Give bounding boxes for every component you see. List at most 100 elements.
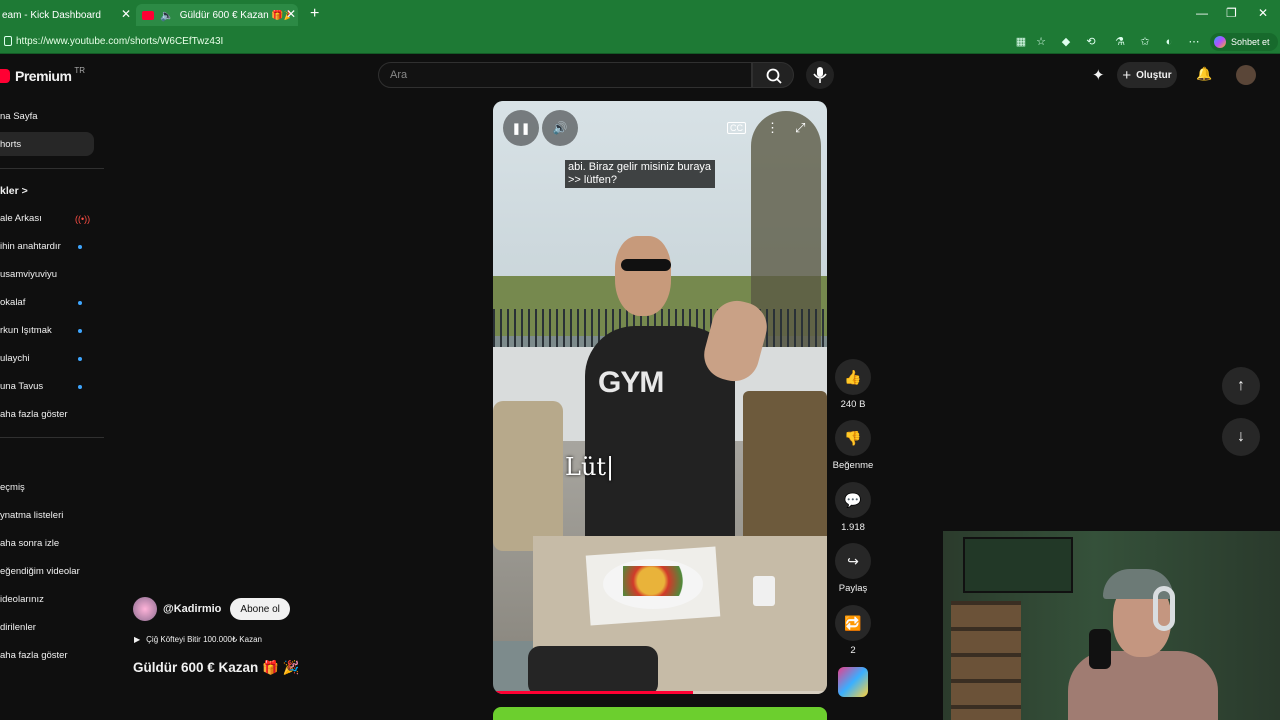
profile-icon[interactable]: ◐ (1162, 35, 1176, 49)
webcam-frame (963, 537, 1073, 593)
captions-button[interactable]: CC (727, 122, 746, 134)
speaker-icon[interactable]: 🔈 (160, 9, 174, 22)
tab-title: Güldür 600 € Kazan 🎁🎉 - Y (179, 9, 290, 21)
video-frame (753, 576, 775, 606)
cast-icon[interactable]: ✦ (1092, 66, 1105, 84)
tab-kick-dashboard[interactable]: eam - Kick Dashboard ✕ (0, 4, 132, 26)
sidebar-item-history[interactable]: eçmiş (0, 482, 25, 493)
arrow-down-icon: ↓ (1237, 428, 1245, 445)
notifications-bell-icon[interactable]: 🔔 (1196, 66, 1212, 82)
caption-line: >> lütfen? (568, 174, 617, 186)
sidebar-item-channel[interactable]: rkun Işıtmak (0, 325, 52, 336)
sidebar-show-more[interactable]: aha fazla göster (0, 409, 68, 420)
close-icon[interactable]: ✕ (121, 7, 131, 21)
sidebar-show-more[interactable]: aha fazla göster (0, 650, 68, 661)
comment-icon: 💬 (844, 491, 862, 508)
more-menu-icon[interactable]: ⋯ (1187, 35, 1201, 49)
more-options-icon[interactable]: ⋮ (766, 120, 779, 136)
sidebar-item-subscriptions[interactable]: kler > (0, 185, 28, 197)
like-button[interactable]: 👍 (835, 359, 871, 395)
dislike-action[interactable]: 👎 Beğenme (833, 420, 873, 471)
tab-youtube-shorts[interactable]: 🔈 Güldür 600 € Kazan 🎁🎉 - Y ✕ (136, 4, 298, 26)
url-field[interactable]: https://www.youtube.com/shorts/W6CEfTwz4… (16, 36, 223, 47)
window-close-button[interactable]: ✕ (1258, 6, 1268, 20)
extensions-icon[interactable]: ⚗ (1113, 35, 1127, 49)
sidebar-item-watch-later[interactable]: aha sonra izle (0, 538, 59, 549)
sidebar-item-channel[interactable]: una Tavus (0, 381, 43, 392)
share-label: Paylaş (838, 583, 868, 594)
arrow-up-icon: ↑ (1237, 377, 1245, 394)
favorite-star-icon[interactable]: ☆ (1034, 35, 1048, 49)
sidebar-divider (0, 168, 104, 169)
favorites-icon[interactable]: ✩ (1138, 35, 1152, 49)
video-progress-fill (493, 691, 694, 694)
sidebar-item-your-videos[interactable]: ideolarınız (0, 594, 44, 605)
next-short-button[interactable]: ↓ (1222, 418, 1260, 456)
voice-search-button[interactable] (806, 61, 834, 89)
sidebar-item-channel[interactable]: usamviyuviyu (0, 269, 57, 280)
copilot-chat-button[interactable]: Sohbet et (1210, 33, 1278, 51)
video-frame (623, 566, 693, 596)
maximize-button[interactable]: ❐ (1226, 6, 1237, 20)
pause-button[interactable]: ❚❚ (503, 110, 539, 146)
remix-button[interactable]: 🔁 (835, 605, 871, 641)
mic-icon (813, 67, 827, 83)
webcam-frame (1089, 629, 1111, 669)
sidebar-item-channel[interactable]: ale Arkası (0, 213, 42, 224)
account-avatar[interactable] (1236, 65, 1256, 85)
share-button[interactable]: ↪ (835, 543, 871, 579)
fullscreen-icon[interactable]: ⤢ (795, 120, 805, 136)
dislike-button[interactable]: 👎 (835, 420, 871, 456)
play-icon: ▶ (134, 635, 141, 644)
lock-icon[interactable] (4, 36, 12, 46)
channel-handle[interactable]: @Kadirmio (163, 603, 221, 615)
create-button[interactable]: + Oluştur (1117, 62, 1177, 88)
sound-thumbnail[interactable] (838, 667, 868, 697)
sidebar-item-home[interactable]: na Sayfa (0, 111, 38, 122)
subscribe-button[interactable]: Abone ol (230, 598, 290, 620)
channel-avatar[interactable] (133, 597, 157, 621)
extension-icon[interactable]: ◆ (1059, 35, 1073, 49)
previous-short-button[interactable]: ↑ (1222, 367, 1260, 405)
close-icon[interactable]: ✕ (286, 7, 296, 21)
sidebar-item-downloads[interactable]: dirilenler (0, 622, 36, 633)
caption-line: abi. Biraz gelir misiniz buraya (568, 161, 712, 173)
search-button[interactable] (752, 62, 794, 88)
youtube-play-icon (0, 69, 10, 83)
volume-icon: 🔊 (552, 121, 568, 135)
comments-button[interactable]: 💬 (835, 482, 871, 518)
thumbs-down-icon: 👎 (844, 429, 862, 446)
sidebar-item-shorts[interactable]: horts (0, 139, 21, 150)
comments-count: 1.918 (841, 522, 865, 533)
sidebar-item-channel[interactable]: ulaychi (0, 353, 30, 364)
video-progress-bar[interactable] (493, 691, 827, 694)
sidebar-item-playlists[interactable]: ynatma listeleri (0, 510, 63, 521)
volume-button[interactable]: 🔊 (542, 110, 578, 146)
remix-action[interactable]: 🔁 2 (833, 605, 873, 656)
shorts-video-player[interactable]: GYM ❚❚ 🔊 CC ⋮ ⤢ abi. Biraz gelir misiniz… (493, 101, 827, 694)
webcam-frame (1153, 586, 1175, 631)
refresh-extension-icon[interactable]: ⟲ (1084, 35, 1098, 49)
comments-action[interactable]: 💬 1.918 (833, 482, 873, 533)
tab-title: eam - Kick Dashboard (2, 9, 101, 21)
sidebar-item-channel[interactable]: okalaf (0, 297, 25, 308)
shirt-text: GYM (598, 366, 664, 399)
share-action[interactable]: ↪ Paylaş (833, 543, 873, 594)
new-tab-button[interactable]: + (310, 5, 319, 23)
related-video-link[interactable]: ▶ Çiğ Köfteyi Bitir 100.000₺ Kazan (134, 633, 268, 645)
app-icon[interactable]: ▦ (1014, 35, 1028, 49)
youtube-favicon-icon (142, 10, 154, 20)
related-video-title: Çiğ Köfteyi Bitir 100.000₺ Kazan (146, 635, 262, 644)
remix-icon: 🔁 (844, 614, 862, 631)
like-action[interactable]: 👍 240 B (833, 359, 873, 410)
minimize-button[interactable]: — (1196, 6, 1208, 20)
search-input[interactable]: Ara (378, 62, 752, 88)
webcam-frame (951, 601, 1021, 720)
next-short-preview[interactable] (493, 707, 827, 720)
like-count: 240 B (840, 399, 866, 410)
new-content-dot (78, 329, 82, 333)
new-content-dot (78, 301, 82, 305)
sidebar-item-channel[interactable]: ihin anahtardır (0, 241, 61, 252)
youtube-logo[interactable]: Premium TR (0, 66, 85, 84)
sidebar-item-liked-videos[interactable]: eğendiğim videolar (0, 566, 80, 577)
